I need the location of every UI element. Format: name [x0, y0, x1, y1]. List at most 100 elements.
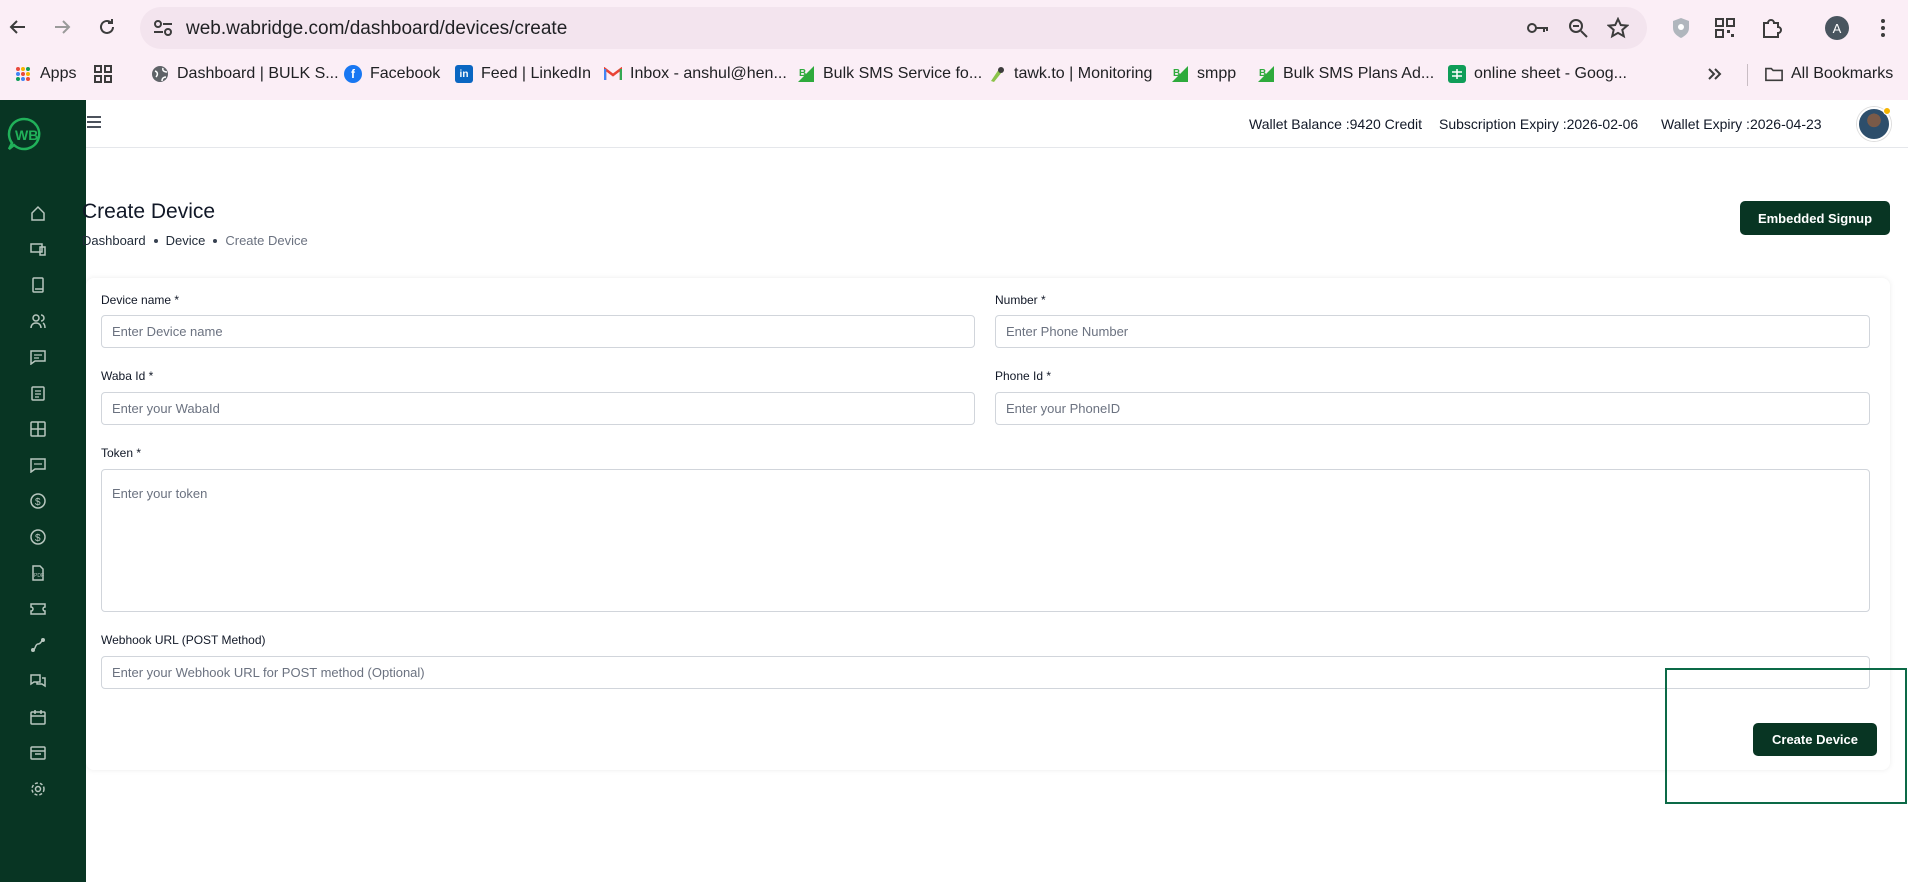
subscription-expiry-label: Subscription Expiry :	[1439, 116, 1567, 132]
dollar-icon[interactable]: $	[29, 492, 47, 510]
device-name-input[interactable]: Enter Device name	[101, 315, 975, 348]
number-label: Number *	[995, 293, 1046, 307]
password-key-icon[interactable]	[1526, 16, 1550, 40]
waba-id-label: Waba Id *	[101, 369, 154, 383]
billing-icon[interactable]: $	[29, 528, 47, 546]
bookmark-online-sheet[interactable]: online sheet - Goog...	[1448, 62, 1627, 86]
site-settings-icon[interactable]	[152, 18, 174, 38]
linkedin-icon: in	[455, 65, 473, 83]
back-icon[interactable]	[3, 12, 33, 42]
webhook-url-input[interactable]: Enter your Webhook URL for POST method (…	[101, 656, 1870, 689]
token-label: Token *	[101, 446, 142, 460]
svg-text:B: B	[1173, 68, 1180, 79]
bookmark-label: Dashboard | BULK S...	[177, 65, 339, 82]
svg-text:B: B	[799, 68, 806, 79]
app-sidebar: WB $ $ PDF	[0, 100, 86, 882]
zoom-icon[interactable]	[1566, 16, 1590, 40]
wallet-balance-label: Wallet Balance :	[1249, 116, 1350, 132]
svg-text:$: $	[35, 533, 41, 544]
breadcrumb-dashboard[interactable]: Dashboard	[82, 233, 146, 248]
bookmark-bulk-sms-service[interactable]: B Bulk SMS Service fo...	[797, 62, 982, 86]
breadcrumb-separator	[213, 238, 218, 243]
flow-icon[interactable]	[29, 636, 47, 654]
settings-gear-icon[interactable]	[29, 780, 47, 798]
all-bookmarks-label: All Bookmarks	[1791, 65, 1894, 82]
shield-extension-icon[interactable]	[1667, 14, 1695, 42]
breadcrumb-device[interactable]: Device	[166, 233, 206, 248]
phone-id-input[interactable]: Enter your PhoneID	[995, 392, 1870, 425]
pdf-icon[interactable]: PDF	[29, 564, 47, 582]
url-text[interactable]: web.wabridge.com/dashboard/devices/creat…	[186, 18, 567, 40]
globe-icon	[151, 65, 169, 83]
contacts-icon[interactable]	[29, 312, 47, 330]
embedded-signup-button[interactable]: Embedded Signup	[1740, 201, 1890, 235]
bookmark-tawk[interactable]: tawk.to | Monitoring	[988, 62, 1152, 86]
devices-icon[interactable]	[29, 240, 47, 258]
bookmark-bulk-sms-plans[interactable]: B Bulk SMS Plans Ad...	[1257, 62, 1434, 86]
bulksms-icon: B	[1171, 65, 1189, 83]
forward-icon[interactable]	[47, 12, 77, 42]
extensions-puzzle-icon[interactable]	[1757, 14, 1785, 42]
bookmark-label: Bulk SMS Plans Ad...	[1283, 65, 1435, 82]
bookmark-label: online sheet - Goog...	[1474, 65, 1627, 82]
bookmark-tab-groups[interactable]	[94, 62, 112, 86]
all-bookmarks[interactable]: All Bookmarks	[1765, 62, 1893, 86]
tab-groups-icon	[94, 65, 112, 83]
book-icon[interactable]	[29, 276, 47, 294]
bookmark-linkedin[interactable]: in Feed | LinkedIn	[455, 62, 591, 86]
subscription-expiry-value: 2026-02-06	[1566, 116, 1639, 132]
wabridge-logo[interactable]: WB	[6, 116, 46, 152]
phone-number-input[interactable]: Enter Phone Number	[995, 315, 1870, 348]
online-status-badge	[1883, 107, 1891, 115]
archive-icon[interactable]	[29, 744, 47, 762]
browser-menu-icon[interactable]	[1869, 14, 1897, 42]
bookmark-apps[interactable]: Apps	[14, 62, 76, 86]
waba-id-input[interactable]: Enter your WabaId	[101, 392, 975, 425]
folder-icon	[1765, 65, 1783, 83]
bookmark-facebook[interactable]: f Facebook	[344, 62, 440, 86]
profile-avatar[interactable]: A	[1825, 16, 1849, 40]
address-bar[interactable]: web.wabridge.com/dashboard/devices/creat…	[140, 7, 1647, 49]
chat-icon[interactable]	[29, 456, 47, 474]
phone-id-label: Phone Id *	[995, 369, 1052, 383]
wallet-expiry: Wallet Expiry :2026-04-23	[1661, 116, 1822, 132]
conversations-icon[interactable]	[29, 672, 47, 690]
bulksms-icon: B	[1257, 65, 1275, 83]
qr-code-icon[interactable]	[1711, 14, 1739, 42]
calendar-icon[interactable]	[29, 708, 47, 726]
wallet-expiry-value: 2026-04-23	[1749, 116, 1822, 132]
gmail-icon	[604, 65, 622, 83]
token-textarea[interactable]: Enter your token	[101, 469, 1870, 612]
facebook-icon: f	[344, 65, 362, 83]
device-name-label: Device name *	[101, 293, 180, 307]
breadcrumb-current: Create Device	[225, 233, 308, 248]
bookmark-label: Apps	[40, 65, 77, 82]
svg-text:B: B	[1259, 68, 1266, 79]
message-icon[interactable]	[29, 348, 47, 366]
wallet-balance-value: 9420 Credit	[1349, 116, 1423, 132]
bookmark-smpp[interactable]: B smpp	[1171, 62, 1236, 86]
bookmark-inbox[interactable]: Inbox - anshul@hen...	[604, 62, 787, 86]
svg-text:WB: WB	[15, 127, 38, 143]
breadcrumb: Dashboard Device Create Device	[82, 233, 308, 248]
app-header: Wallet Balance :9420 Credit Subscription…	[86, 100, 1908, 148]
page-title: Create Device	[82, 200, 216, 223]
bookmark-label: Facebook	[370, 65, 441, 82]
reload-icon[interactable]	[92, 12, 122, 42]
browser-toolbar: web.wabridge.com/dashboard/devices/creat…	[0, 0, 1908, 100]
ticket-icon[interactable]	[29, 600, 47, 618]
highlight-box	[1665, 668, 1907, 804]
bookmark-star-icon[interactable]	[1606, 16, 1630, 40]
wallet-expiry-label: Wallet Expiry :	[1661, 116, 1750, 132]
apps-grid-icon	[14, 65, 32, 83]
menu-toggle-icon[interactable]	[86, 115, 108, 131]
wallet-balance: Wallet Balance :9420 Credit	[1249, 116, 1422, 132]
clipboard-icon[interactable]	[29, 384, 47, 402]
home-icon[interactable]	[29, 204, 47, 222]
svg-text:PDF: PDF	[34, 573, 44, 579]
more-bookmarks-icon[interactable]	[1707, 62, 1723, 86]
bookmark-label: smpp	[1197, 65, 1237, 82]
bookmark-dashboard[interactable]: Dashboard | BULK S...	[151, 62, 339, 86]
grid-icon[interactable]	[29, 420, 47, 438]
breadcrumb-separator	[153, 238, 158, 243]
